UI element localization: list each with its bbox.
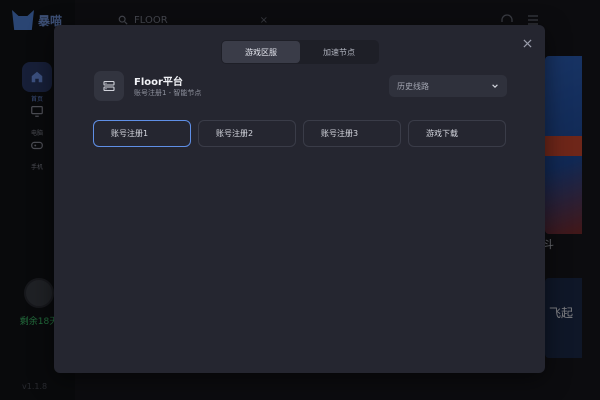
route-history-dropdown[interactable]: 历史线路: [389, 75, 507, 97]
dialog-tabs: 游戏区服 加速节点: [221, 40, 379, 64]
option-account-register-1[interactable]: 账号注册1: [93, 120, 191, 147]
close-button[interactable]: [519, 35, 535, 51]
platform-subtitle: 账号注册1 - 智能节点: [134, 89, 202, 97]
tab-acceleration-node[interactable]: 加速节点: [300, 41, 378, 63]
chevron-down-icon: [492, 84, 498, 88]
tab-game-server[interactable]: 游戏区服: [222, 41, 300, 63]
route-select-value: 历史线路: [397, 81, 429, 91]
option-account-register-2[interactable]: 账号注册2: [198, 120, 296, 147]
server-options: 账号注册1 账号注册2 账号注册3 游戏下载: [93, 120, 506, 147]
server-select-dialog: 游戏区服 加速节点 Floor平台 账号注册1 - 智能节点 历史线路 账号注册…: [54, 25, 545, 373]
option-game-download[interactable]: 游戏下载: [408, 120, 506, 147]
platform-title: Floor平台: [134, 77, 183, 88]
close-icon: [522, 38, 532, 48]
option-account-register-3[interactable]: 账号注册3: [303, 120, 401, 147]
server-icon: [94, 71, 124, 101]
